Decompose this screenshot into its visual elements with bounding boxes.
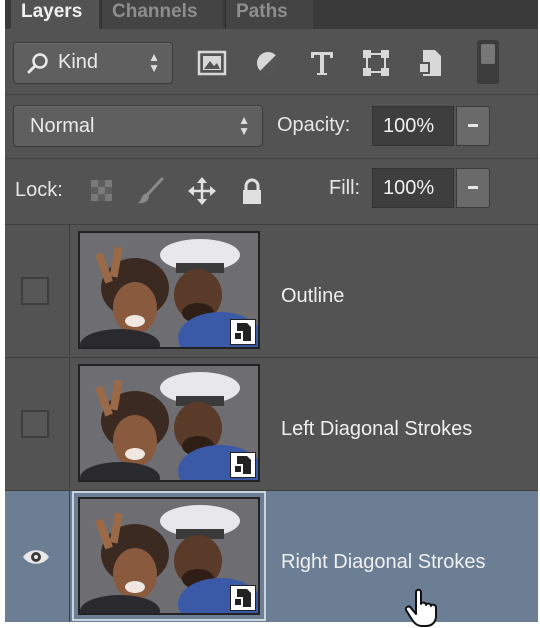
image-filter-icon[interactable] xyxy=(195,46,229,80)
opacity-label: Opacity: xyxy=(277,114,351,136)
filter-toggle-switch[interactable] xyxy=(477,40,499,84)
minus-icon xyxy=(468,124,478,127)
blend-mode-select[interactable]: Normal ▲ ▼ xyxy=(13,105,263,147)
up-down-arrows-icon: ▲ ▼ xyxy=(148,50,160,75)
divider xyxy=(5,158,538,159)
layer-thumbnail xyxy=(78,364,260,482)
fill-dropdown-button[interactable] xyxy=(456,168,490,208)
visibility-toggle[interactable] xyxy=(5,491,70,622)
layer-name[interactable]: Outline xyxy=(281,285,344,308)
adjustment-filter-icon[interactable] xyxy=(251,46,285,80)
toggle-knob xyxy=(481,44,495,64)
layer-row-outline[interactable]: Outline xyxy=(5,224,538,356)
layers-panel: Layers Channels Paths Kind ▲ ▼ Normal ▲ … xyxy=(5,0,538,622)
eye-icon xyxy=(23,550,49,564)
smart-object-filter-icon[interactable] xyxy=(413,46,447,80)
fill-input[interactable]: 100% xyxy=(372,168,454,208)
smart-object-badge-icon xyxy=(230,452,256,478)
panel-tab-bar: Layers Channels Paths xyxy=(5,0,538,29)
visibility-off-box xyxy=(21,277,49,305)
layer-thumbnail xyxy=(78,497,260,615)
fill-label: Fill: xyxy=(329,177,361,199)
smart-object-badge-icon xyxy=(230,319,256,345)
lock-position-icon[interactable] xyxy=(187,176,217,206)
layer-thumbnail xyxy=(78,231,260,349)
tab-layers[interactable]: Layers xyxy=(11,0,99,29)
lock-transparent-pixels-icon[interactable] xyxy=(87,176,117,206)
tab-paths[interactable]: Paths xyxy=(225,0,313,29)
smart-object-badge-icon xyxy=(230,585,256,611)
opacity-dropdown-button[interactable] xyxy=(456,106,490,146)
visibility-off-box xyxy=(21,410,49,438)
tab-channels[interactable]: Channels xyxy=(101,0,223,29)
layer-row-right-diagonal-strokes[interactable]: Right Diagonal Strokes xyxy=(5,490,538,622)
lock-all-icon[interactable] xyxy=(237,176,267,206)
type-filter-icon[interactable] xyxy=(305,46,339,80)
layer-row-left-diagonal-strokes[interactable]: Left Diagonal Strokes xyxy=(5,357,538,489)
shape-filter-icon[interactable] xyxy=(359,46,393,80)
filter-kind-label: Kind xyxy=(58,51,99,73)
search-icon xyxy=(27,53,48,74)
filter-kind-select[interactable]: Kind ▲ ▼ xyxy=(13,42,173,84)
visibility-toggle[interactable] xyxy=(5,225,70,356)
lock-label: Lock: xyxy=(15,179,63,201)
minus-icon xyxy=(468,186,478,189)
hand-pointer-cursor-icon xyxy=(404,588,437,627)
opacity-input[interactable]: 100% xyxy=(372,106,454,146)
blend-mode-value: Normal xyxy=(30,115,95,137)
layer-name[interactable]: Right Diagonal Strokes xyxy=(281,551,486,574)
visibility-toggle[interactable] xyxy=(5,358,70,489)
up-down-arrows-icon: ▲ ▼ xyxy=(238,113,250,138)
layer-name[interactable]: Left Diagonal Strokes xyxy=(281,418,472,441)
divider xyxy=(5,94,538,95)
lock-image-pixels-icon[interactable] xyxy=(135,176,165,206)
